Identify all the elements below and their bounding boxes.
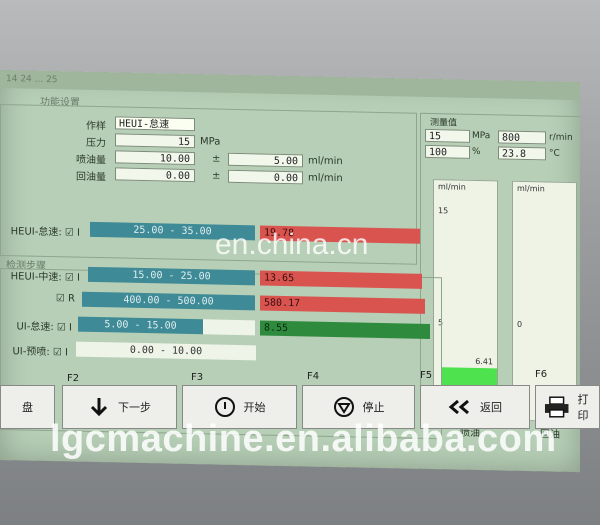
mode-label: 作样 (86, 120, 106, 133)
fkey-f3: F3 (191, 372, 204, 383)
inject-unit: ml/min (308, 155, 343, 168)
measured-percent: 100 (425, 144, 470, 159)
inject-tolerance-field[interactable]: 5.00 (228, 152, 303, 168)
double-chevron-left-icon (448, 399, 469, 415)
next-step-label: 下一步 (118, 401, 151, 414)
measured-percent-unit: % (472, 146, 481, 158)
printer-icon (544, 396, 569, 418)
pressure-label: 压力 (86, 137, 106, 150)
measurement-title: 测量值 (430, 118, 458, 129)
measured-speed: 800 (498, 130, 546, 145)
row-1-label[interactable]: HEUI-怠速: ☑ I (0, 222, 80, 238)
fkey-f4: F4 (307, 371, 320, 382)
fkey-f6: F6 (535, 369, 548, 380)
inject-chart-top-tick: 15 (438, 206, 449, 216)
measured-speed-unit: r/min (549, 132, 573, 143)
watermark-bottom: lgcmachine.en.alibaba.com (50, 418, 557, 460)
pressure-field[interactable]: 15 (115, 133, 195, 149)
inject-chart-value: 6.41 (475, 356, 493, 367)
measured-pressure: 15 (425, 128, 470, 143)
power-icon (214, 397, 235, 417)
row-4-label[interactable]: UI-怠速: ☑ I (0, 317, 72, 333)
row-4-range: 5.00 - 15.00 (78, 316, 203, 335)
print-label: 打印 (577, 393, 589, 422)
return-field[interactable]: 0.00 (115, 167, 195, 183)
mode-field[interactable]: HEUI-怠速 (115, 116, 195, 132)
row-2-label[interactable]: HEUI-中速: ☑ I (0, 267, 80, 283)
return-chart-mid-tick: 0 (517, 319, 523, 329)
row-4-range-pad (203, 319, 255, 336)
start-label: 开始 (243, 401, 266, 414)
measured-pressure-unit: MPa (472, 130, 491, 142)
measured-temp: 23.8 (498, 146, 546, 161)
inject-chart-unit: ml/min (438, 182, 466, 192)
row-3-label[interactable]: ☑ R (0, 292, 75, 304)
return-unit: ml/min (308, 172, 343, 185)
fkey-f5: F5 (420, 370, 433, 381)
inject-field[interactable]: 10.00 (115, 150, 195, 166)
inject-pm: ± (212, 153, 221, 165)
return-label: 回油量 (76, 171, 106, 184)
return-chart-unit: ml/min (517, 183, 545, 194)
back-label: 返回 (480, 401, 502, 414)
return-tolerance-field[interactable]: 0.00 (228, 169, 303, 185)
fkey-f2: F2 (67, 373, 80, 384)
stop-icon (333, 397, 354, 417)
watermark-center: en.china.cn (215, 228, 369, 261)
disk-button[interactable]: 盘 (0, 385, 55, 429)
row-5-label[interactable]: UI-预喷: ☑ I (0, 342, 68, 358)
return-pm: ± (212, 170, 221, 182)
measured-temp-unit: °C (549, 148, 560, 159)
arrow-down-icon (90, 398, 108, 417)
pressure-unit: MPa (200, 136, 221, 148)
disk-button-label: 盘 (22, 401, 33, 414)
inject-label: 喷油量 (76, 154, 106, 167)
stop-label: 停止 (362, 401, 385, 414)
